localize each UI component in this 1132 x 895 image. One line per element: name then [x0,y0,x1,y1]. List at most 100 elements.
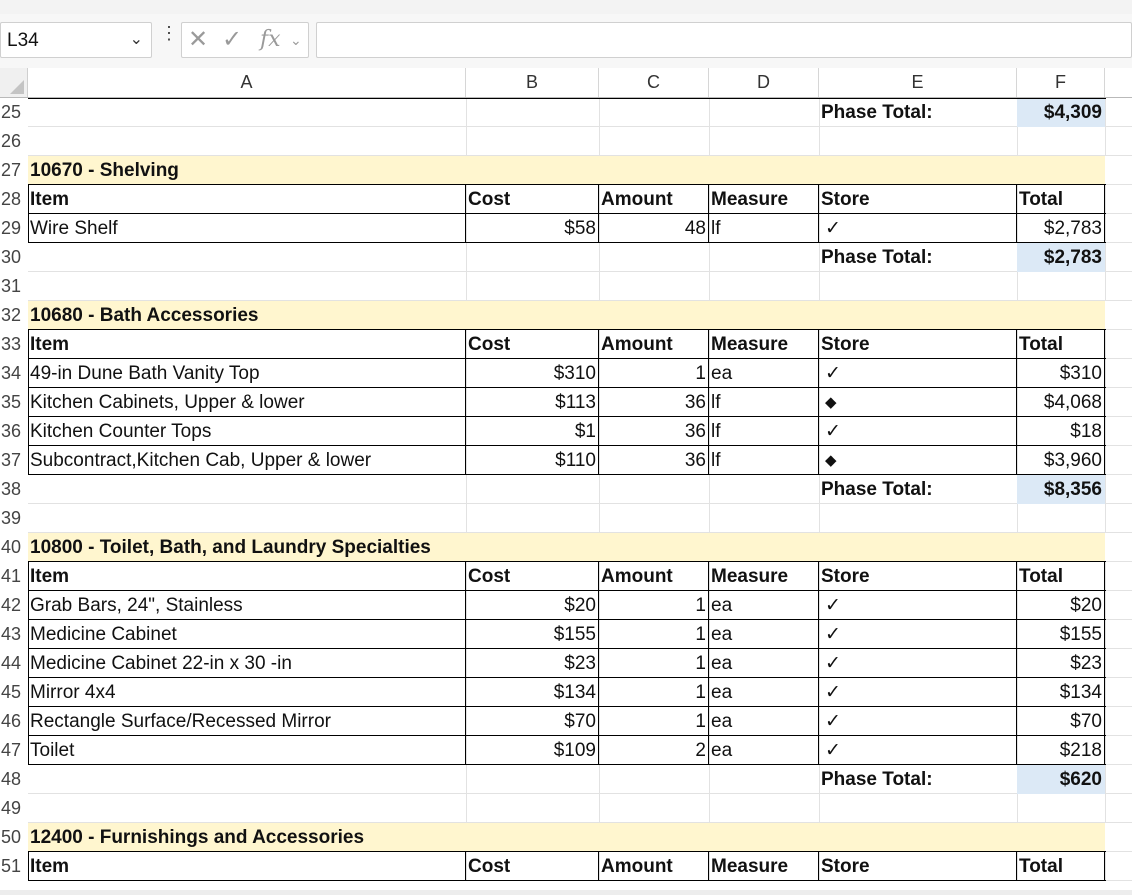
section-title[interactable]: 10670 - Shelving [28,156,928,185]
row-header[interactable]: 30 [0,243,28,272]
item-cell[interactable]: Medicine Cabinet [28,620,466,649]
column-header-c[interactable]: C [599,68,709,97]
measure-cell[interactable]: ea [709,649,819,678]
check-icon[interactable]: ✓ [819,591,1017,620]
insert-function-icon[interactable]: fx [260,27,281,52]
row-header[interactable]: 46 [0,707,28,736]
cost-cell[interactable]: $109 [466,736,599,765]
header-amount[interactable]: Amount [599,185,709,214]
column-header-b[interactable]: B [466,68,599,97]
total-cell[interactable]: $310 [1017,359,1105,388]
amount-cell[interactable]: 2 [599,736,709,765]
item-cell[interactable]: Rectangle Surface/Recessed Mirror [28,707,466,736]
amount-cell[interactable]: 36 [599,388,709,417]
header-measure[interactable]: Measure [709,562,819,591]
cost-cell[interactable]: $58 [466,214,599,243]
header-cost[interactable]: Cost [466,852,599,881]
row-header[interactable]: 43 [0,620,28,649]
total-cell[interactable]: $134 [1017,678,1105,707]
chevron-down-icon[interactable]: ⌄ [290,32,302,49]
column-header-d[interactable]: D [709,68,819,97]
check-icon[interactable]: ✓ [819,649,1017,678]
cost-cell[interactable]: $23 [466,649,599,678]
check-icon[interactable]: ✓ [819,417,1017,446]
header-store[interactable]: Store [819,562,1017,591]
header-amount[interactable]: Amount [599,562,709,591]
measure-cell[interactable]: lf [709,214,819,243]
cost-cell[interactable]: $155 [466,620,599,649]
phase-total-value[interactable]: $4,309 [1017,98,1105,127]
confirm-icon[interactable]: ✓ [222,25,242,54]
row-header[interactable]: 25 [0,98,28,127]
header-store[interactable]: Store [819,330,1017,359]
check-icon[interactable]: ✓ [819,620,1017,649]
row-header[interactable]: 41 [0,562,28,591]
horizontal-scrollbar[interactable] [0,890,1132,895]
phase-total-label[interactable]: Phase Total: [819,765,1017,794]
header-cost[interactable]: Cost [466,185,599,214]
row-header[interactable]: 27 [0,156,28,185]
spreadsheet-grid[interactable]: Phase Total: $4,309 10670 - Shelving Item Co… [28,98,1132,895]
measure-cell[interactable]: ea [709,678,819,707]
row-header[interactable]: 28 [0,185,28,214]
amount-cell[interactable]: 48 [599,214,709,243]
header-store[interactable]: Store [819,185,1017,214]
chevron-down-icon[interactable]: ⌄ [130,29,143,49]
check-icon[interactable]: ✓ [819,736,1017,765]
item-cell[interactable]: Wire Shelf [28,214,466,243]
amount-cell[interactable]: 36 [599,446,709,475]
diamond-icon[interactable]: ◆ [819,388,1017,417]
measure-cell[interactable]: ea [709,591,819,620]
formula-input[interactable] [316,22,1132,58]
header-amount[interactable]: Amount [599,330,709,359]
total-cell[interactable]: $70 [1017,707,1105,736]
row-header[interactable]: 37 [0,446,28,475]
measure-cell[interactable]: lf [709,446,819,475]
name-box[interactable]: L34 ⌄ [0,22,152,58]
measure-cell[interactable]: ea [709,359,819,388]
amount-cell[interactable]: 36 [599,417,709,446]
section-title[interactable]: 10800 - Toilet, Bath, and Laundry Specia… [28,533,928,562]
cost-cell[interactable]: $134 [466,678,599,707]
row-header[interactable]: 39 [0,504,28,533]
header-total[interactable]: Total [1017,330,1105,359]
total-cell[interactable]: $3,960 [1017,446,1105,475]
column-header-e[interactable]: E [819,68,1017,97]
column-header-f[interactable]: F [1017,68,1105,97]
cost-cell[interactable]: $110 [466,446,599,475]
row-header[interactable]: 32 [0,301,28,330]
total-cell[interactable]: $218 [1017,736,1105,765]
total-cell[interactable]: $18 [1017,417,1105,446]
amount-cell[interactable]: 1 [599,620,709,649]
cost-cell[interactable]: $1 [466,417,599,446]
more-options-icon[interactable]: ⋮ [160,24,178,42]
amount-cell[interactable]: 1 [599,678,709,707]
header-item[interactable]: Item [28,330,466,359]
amount-cell[interactable]: 1 [599,591,709,620]
check-icon[interactable]: ✓ [819,707,1017,736]
header-measure[interactable]: Measure [709,852,819,881]
cost-cell[interactable]: $70 [466,707,599,736]
item-cell[interactable]: Subcontract,Kitchen Cab, Upper & lower [28,446,466,475]
header-cost[interactable]: Cost [466,562,599,591]
row-header[interactable]: 33 [0,330,28,359]
phase-total-label[interactable]: Phase Total: [819,475,1017,504]
header-item[interactable]: Item [28,562,466,591]
check-icon[interactable]: ✓ [819,214,1017,243]
phase-total-value[interactable]: $2,783 [1017,243,1105,272]
row-header[interactable]: 42 [0,591,28,620]
item-cell[interactable]: Medicine Cabinet 22-in x 30 -in [28,649,466,678]
row-header[interactable]: 49 [0,794,28,823]
row-header[interactable]: 29 [0,214,28,243]
header-store[interactable]: Store [819,852,1017,881]
row-header[interactable]: 40 [0,533,28,562]
row-header[interactable]: 47 [0,736,28,765]
select-all-corner[interactable] [0,68,28,97]
measure-cell[interactable]: lf [709,417,819,446]
item-cell[interactable]: Kitchen Counter Tops [28,417,466,446]
section-title[interactable]: 10680 - Bath Accessories [28,301,928,330]
row-header[interactable]: 31 [0,272,28,301]
header-total[interactable]: Total [1017,852,1105,881]
item-cell[interactable]: Mirror 4x4 [28,678,466,707]
row-header[interactable]: 48 [0,765,28,794]
